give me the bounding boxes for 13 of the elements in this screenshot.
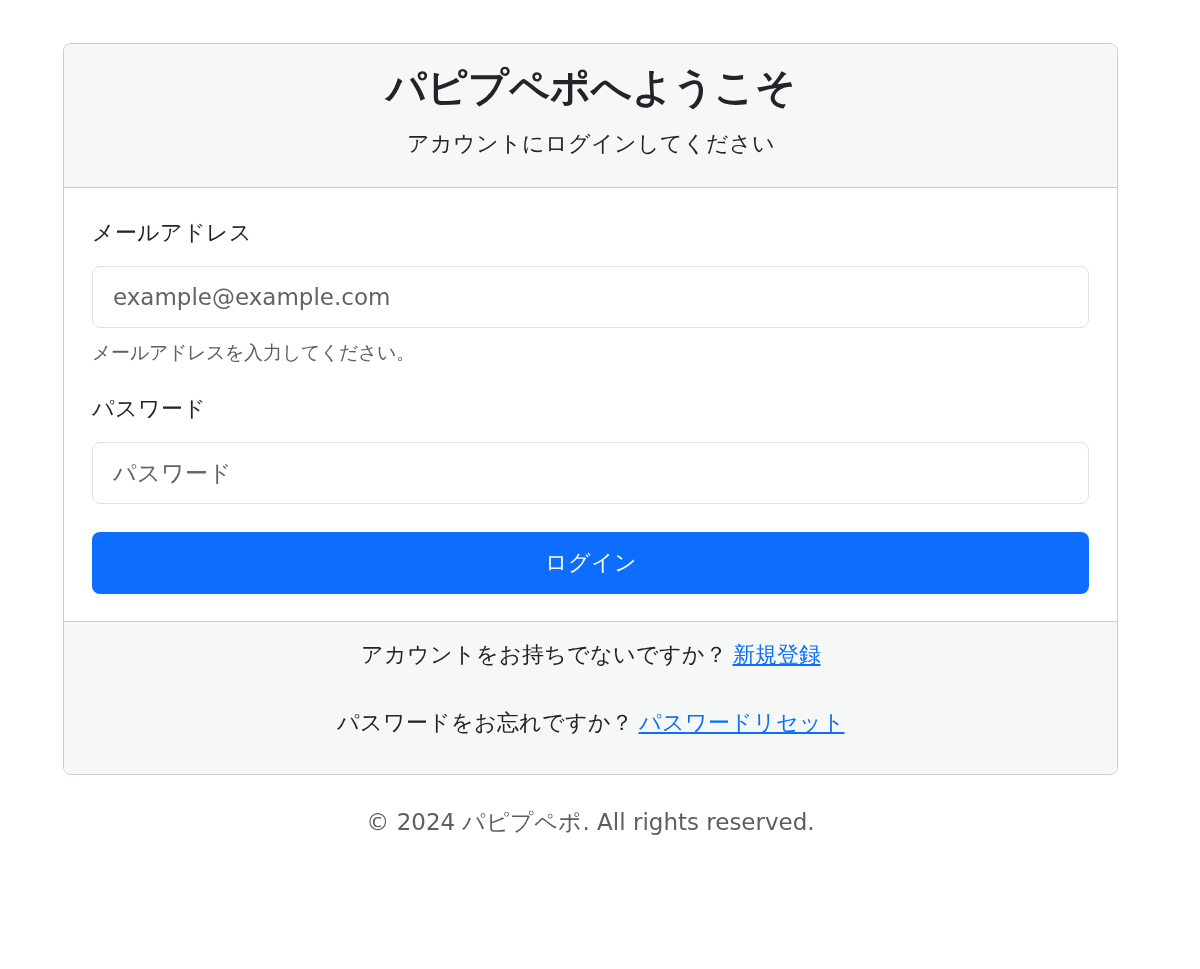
footer-prompt: アカウントをお持ちでないですか？ 新規登録	[360, 641, 821, 669]
help-text: メールアドレスを入力してください。	[92, 340, 416, 365]
field-label: メールアドレス	[92, 219, 253, 247]
footer-link[interactable]: 新規登録	[732, 642, 821, 667]
login-button[interactable]: ログイン	[92, 532, 1089, 594]
welcome-title: パピプペポへようこそ	[385, 63, 796, 112]
input-field[interactable]: example@example.com	[92, 266, 1089, 328]
input-field[interactable]: パスワード	[92, 442, 1089, 504]
login-subtitle: アカウントにログインしてください	[406, 130, 775, 158]
field-label: パスワード	[92, 395, 207, 423]
copyright-text: © 2024 パピプペポ. All rights reserved.	[365, 808, 816, 837]
footer-link[interactable]: パスワードリセット	[638, 710, 845, 735]
footer-prompt: パスワードをお忘れですか？ パスワードリセット	[336, 709, 845, 737]
